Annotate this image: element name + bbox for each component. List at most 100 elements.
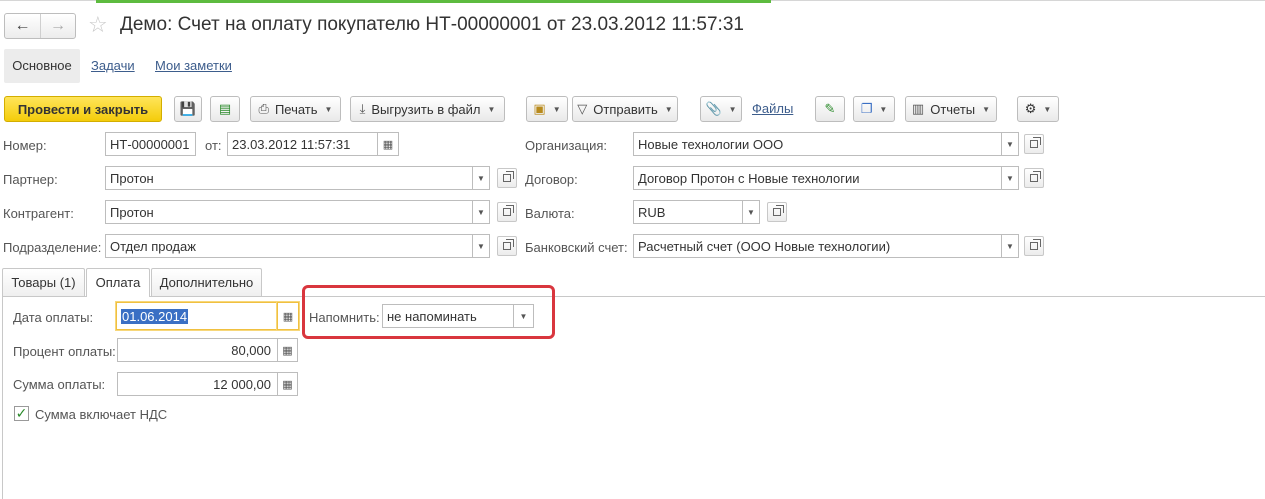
vat-included-checkbox[interactable]: ✓	[14, 406, 29, 421]
organization-open-button[interactable]	[1024, 134, 1044, 154]
tab-tasks[interactable]: Задачи	[91, 49, 135, 83]
open-icon	[503, 205, 514, 216]
save-icon: 💾	[179, 101, 197, 116]
calculator-icon[interactable]: ▦	[278, 372, 298, 396]
forward-button[interactable]: →	[39, 14, 75, 38]
currency-dropdown-button[interactable]: ▼	[743, 200, 760, 224]
chevron-down-icon: ▼	[747, 207, 755, 217]
report-icon: ▥	[911, 101, 925, 116]
chevron-down-icon: ▼	[552, 104, 561, 114]
bank-account-dropdown-button[interactable]: ▼	[1002, 234, 1019, 258]
files-link[interactable]: Файлы	[752, 101, 793, 116]
currency-field[interactable]: RUB	[633, 200, 743, 224]
related-documents-icon: ❐	[860, 101, 873, 116]
organization-field[interactable]: Новые технологии ООО	[633, 132, 1002, 156]
counterparty-label: Контрагент:	[3, 206, 74, 221]
payment-sum-label: Сумма оплаты:	[13, 377, 106, 392]
post-and-close-button[interactable]: Провести и закрыть	[4, 96, 162, 122]
department-dropdown-button[interactable]: ▼	[473, 234, 490, 258]
back-button[interactable]: ←	[5, 14, 40, 38]
chevron-down-icon: ▼	[1006, 139, 1014, 149]
chevron-down-icon: ▼	[324, 104, 333, 114]
pencil-icon: ✎	[824, 101, 836, 116]
date-field[interactable]: 23.03.2012 11:57:31	[227, 132, 378, 156]
payment-percent-field[interactable]: 80,000	[117, 338, 278, 362]
edit-button[interactable]: ✎	[815, 96, 845, 122]
payment-sum-field[interactable]: 12 000,00	[117, 372, 278, 396]
calculator-icon[interactable]: ▦	[278, 338, 298, 362]
attach-button[interactable]: 📎 ▼	[700, 96, 742, 122]
print-label: Печать	[274, 101, 318, 117]
partner-open-button[interactable]	[497, 168, 517, 188]
contract-dropdown-button[interactable]: ▼	[1002, 166, 1019, 190]
chevron-down-icon: ▼	[477, 241, 485, 251]
active-window-indicator	[96, 0, 771, 3]
organization-label: Организация:	[525, 138, 608, 153]
contract-field[interactable]: Договор Протон с Новые технологии	[633, 166, 1002, 190]
chevron-down-icon: ▼	[487, 104, 496, 114]
chevron-down-icon: ▼	[664, 104, 673, 114]
open-icon	[1030, 239, 1041, 250]
partner-dropdown-button[interactable]: ▼	[473, 166, 490, 190]
open-icon	[1030, 171, 1041, 182]
organization-dropdown-button[interactable]: ▼	[1002, 132, 1019, 156]
department-field[interactable]: Отдел продаж	[105, 234, 473, 258]
reports-label: Отчеты	[930, 101, 976, 117]
contract-open-button[interactable]	[1024, 168, 1044, 188]
chevron-down-icon: ▼	[982, 104, 991, 114]
counterparty-field[interactable]: Протон	[105, 200, 473, 224]
currency-open-button[interactable]	[767, 202, 787, 222]
payment-percent-label: Процент оплаты:	[13, 344, 116, 359]
send-icon: ▽	[577, 101, 588, 116]
tab-additional[interactable]: Дополнительно	[151, 268, 262, 296]
tab-my-notes[interactable]: Мои заметки	[155, 49, 232, 83]
department-open-button[interactable]	[497, 236, 517, 256]
bank-account-field[interactable]: Расчетный счет (ООО Новые технологии)	[633, 234, 1002, 258]
post-button[interactable]: ▤	[210, 96, 240, 122]
tab-main[interactable]: Основное	[4, 49, 80, 83]
payment-date-label: Дата оплаты:	[13, 310, 94, 325]
print-button[interactable]: ⎙ Печать ▼	[250, 96, 341, 122]
tab-goods[interactable]: Товары (1)	[2, 268, 85, 296]
chevron-down-icon: ▼	[1006, 241, 1014, 251]
open-icon	[773, 205, 784, 216]
chevron-down-icon: ▼	[1043, 104, 1052, 114]
document-add-icon: ▣	[533, 101, 546, 116]
navigation-buttons: ← →	[4, 13, 76, 39]
window-title: Демо: Счет на оплату покупателю НТ-00000…	[120, 14, 744, 35]
gear-icon: ⚙	[1024, 101, 1037, 116]
export-to-file-button[interactable]: ⤓ Выгрузить в файл ▼	[350, 96, 505, 122]
open-icon	[1030, 137, 1041, 148]
department-label: Подразделение:	[3, 240, 102, 255]
chevron-down-icon: ▼	[879, 104, 888, 114]
more-actions-button[interactable]: ⚙ ▼	[1017, 96, 1059, 122]
chevron-down-icon: ▼	[1006, 173, 1014, 183]
bank-account-label: Банковский счет:	[525, 240, 628, 255]
partner-field[interactable]: Протон	[105, 166, 473, 190]
number-field[interactable]: НТ-00000001	[105, 132, 196, 156]
create-based-on-button[interactable]: ▣ ▼	[526, 96, 568, 122]
chevron-down-icon: ▼	[728, 104, 737, 114]
reports-button[interactable]: ▥ Отчеты ▼	[905, 96, 997, 122]
counterparty-open-button[interactable]	[497, 202, 517, 222]
related-documents-button[interactable]: ❐ ▼	[853, 96, 895, 122]
star-icon[interactable]: ☆	[88, 12, 108, 38]
paperclip-icon: 📎	[705, 101, 722, 116]
calendar-icon[interactable]: ▦	[277, 302, 299, 330]
chevron-down-icon: ▼	[477, 173, 485, 183]
printer-icon: ⎙	[258, 101, 269, 116]
post-document-icon: ▤	[218, 101, 232, 116]
vat-included-label: Сумма включает НДС	[35, 407, 168, 422]
send-button[interactable]: ▽ Отправить ▼	[572, 96, 678, 122]
number-label: Номер:	[3, 138, 47, 153]
payment-date-field[interactable]: 01.06.2014	[116, 302, 278, 330]
bank-account-open-button[interactable]	[1024, 236, 1044, 256]
save-button[interactable]: 💾	[174, 96, 202, 122]
send-label: Отправить	[593, 101, 658, 117]
download-icon: ⤓	[359, 101, 366, 116]
counterparty-dropdown-button[interactable]: ▼	[473, 200, 490, 224]
open-icon	[503, 239, 514, 250]
open-icon	[503, 171, 514, 182]
calendar-icon[interactable]: ▦	[378, 132, 399, 156]
tab-payment[interactable]: Оплата	[86, 268, 150, 297]
